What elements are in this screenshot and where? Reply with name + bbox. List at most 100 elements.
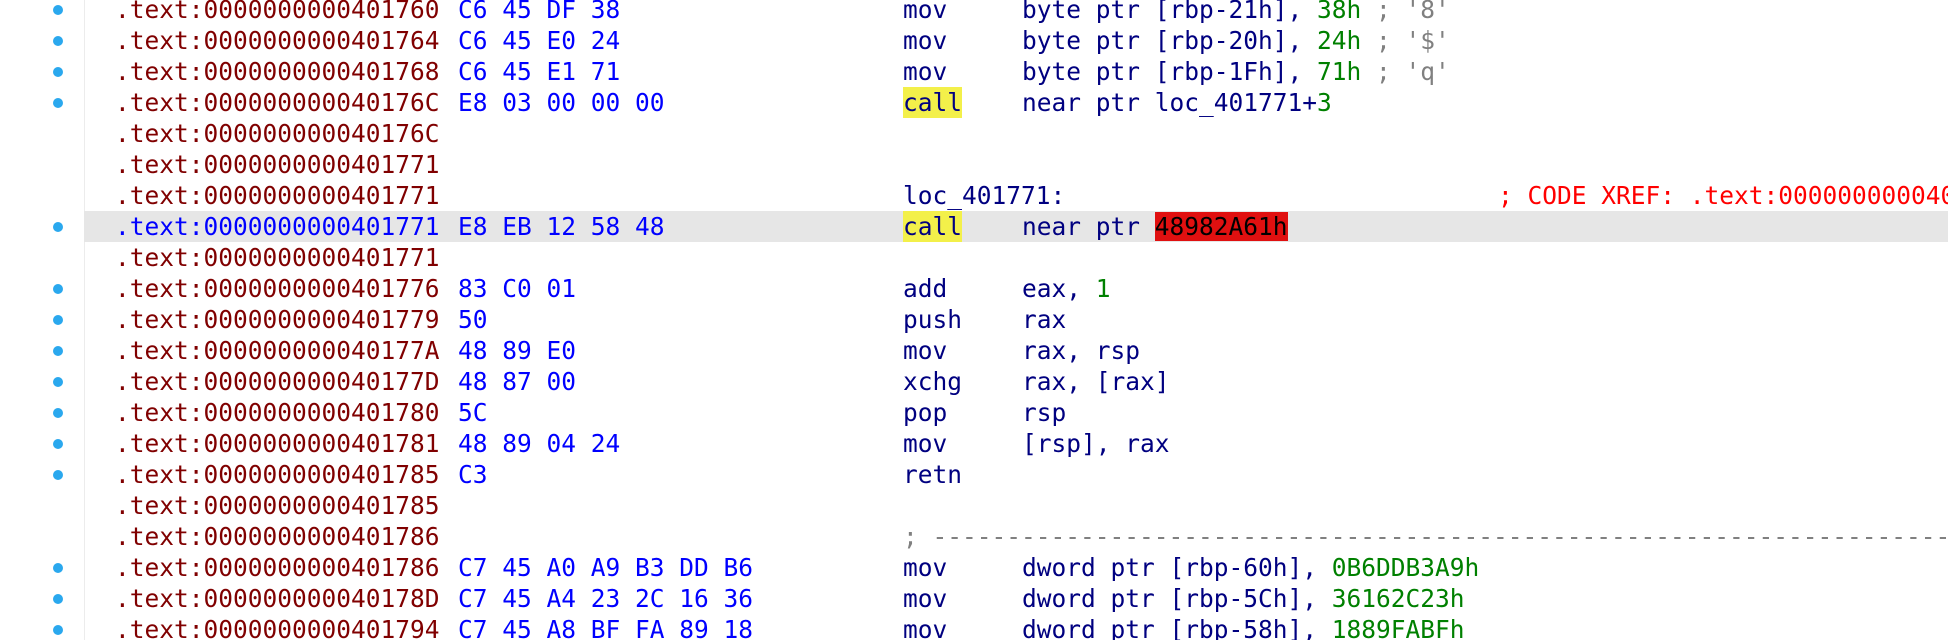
instruction-operands[interactable]: dword ptr [rbp-60h], 0B6DDB3A9h	[1022, 552, 1479, 583]
line-address: .text:0000000000401768	[115, 57, 440, 86]
instruction-mnemonic[interactable]: pop	[903, 397, 947, 428]
disasm-line[interactable]: .text:0000000000401768 C6 45 E1 71 mov b…	[0, 56, 1948, 87]
line-address: .text:000000000040178D	[115, 584, 440, 613]
line-address: .text:0000000000401780	[115, 398, 440, 427]
operand-immediate: 36162C23h	[1331, 584, 1465, 613]
breakpoint-dot-icon[interactable]	[53, 346, 63, 356]
instruction-operands[interactable]: rax, [rax]	[1022, 366, 1170, 397]
disasm-line[interactable]: .text:000000000040177A 48 89 E0 mov rax,…	[0, 335, 1948, 366]
breakpoint-dot-icon[interactable]	[53, 5, 63, 15]
breakpoint-dot-icon[interactable]	[53, 439, 63, 449]
instruction-operands[interactable]: byte ptr [rbp-1Fh], 71h ; 'q'	[1022, 56, 1450, 87]
instruction-operands[interactable]: near ptr 48982A61h	[1022, 211, 1288, 242]
instruction-mnemonic[interactable]: add	[903, 273, 947, 304]
line-address: .text:0000000000401794	[115, 615, 440, 640]
instruction-mnemonic[interactable]: mov	[903, 614, 947, 640]
line-address: .text:000000000040176C	[115, 88, 440, 117]
instruction-mnemonic[interactable]: retn	[903, 459, 962, 490]
auto-comment: ; '$'	[1361, 26, 1450, 55]
code-xref-comment[interactable]: ; CODE XREF: .text:000000000040	[1498, 180, 1948, 211]
instruction-mnemonic[interactable]: mov	[903, 0, 947, 25]
breakpoint-dot-icon[interactable]	[53, 98, 63, 108]
instruction-mnemonic[interactable]: mov	[903, 583, 947, 614]
breakpoint-dot-icon[interactable]	[53, 594, 63, 604]
disasm-line[interactable]: .text:000000000040176C E8 03 00 00 00 ca…	[0, 87, 1948, 118]
line-address: .text:0000000000401779	[115, 305, 440, 334]
instruction-mnemonic[interactable]: xchg	[903, 366, 962, 397]
instruction-operands[interactable]: rax, rsp	[1022, 335, 1140, 366]
operand-immediate: 71h	[1317, 57, 1362, 86]
operand-immediate: 0B6DDB3A9h	[1331, 553, 1480, 582]
instruction-mnemonic[interactable]: mov	[903, 552, 947, 583]
instruction-mnemonic[interactable]: mov	[903, 428, 947, 459]
separator-comment: ; --------------------------------------…	[903, 522, 1948, 551]
breakpoint-dot-icon[interactable]	[53, 408, 63, 418]
line-address: .text:0000000000401785	[115, 460, 440, 489]
opcode-bytes: E8 EB 12 58 48	[458, 212, 665, 241]
disasm-line[interactable]: .text:0000000000401764 C6 45 E0 24 mov b…	[0, 25, 1948, 56]
disasm-line[interactable]: .text:000000000040176C	[0, 118, 1948, 149]
disasm-line[interactable]: .text:0000000000401771	[0, 149, 1948, 180]
breakpoint-dot-icon[interactable]	[53, 563, 63, 573]
disasm-line[interactable]: .text:0000000000401779 50 push rax	[0, 304, 1948, 335]
instruction-operands[interactable]: rsp	[1022, 397, 1066, 428]
line-address: .text:000000000040176C	[115, 119, 440, 148]
breakpoint-dot-icon[interactable]	[53, 67, 63, 77]
opcode-bytes: C3	[458, 460, 488, 489]
opcode-bytes: 50	[458, 305, 488, 334]
disasm-line[interactable]: .text:0000000000401786 C7 45 A0 A9 B3 DD…	[0, 552, 1948, 583]
disasm-line[interactable]: .text:000000000040177D 48 87 00 xchg rax…	[0, 366, 1948, 397]
line-address: .text:0000000000401771	[115, 150, 440, 179]
line-address: .text:0000000000401771	[115, 243, 440, 272]
instruction-mnemonic-highlighted[interactable]: call	[903, 87, 963, 118]
breakpoint-dot-icon[interactable]	[53, 377, 63, 387]
operand-text: byte ptr [rbp-20h],	[1022, 26, 1318, 55]
opcode-bytes: 5C	[458, 398, 488, 427]
line-address: .text:0000000000401786	[115, 522, 440, 551]
breakpoint-dot-icon[interactable]	[53, 36, 63, 46]
instruction-mnemonic[interactable]: mov	[903, 335, 947, 366]
instruction-operands[interactable]: eax, 1	[1022, 273, 1111, 304]
instruction-operands[interactable]: rax	[1022, 304, 1066, 335]
line-address: .text:0000000000401760	[115, 0, 440, 24]
disasm-line-selected[interactable]: .text:0000000000401771 E8 EB 12 58 48 ca…	[0, 211, 1948, 242]
instruction-operands[interactable]: dword ptr [rbp-5Ch], 36162C23h	[1022, 583, 1465, 614]
opcode-bytes: 83 C0 01	[458, 274, 577, 303]
invalid-target-operand[interactable]: 48982A61h	[1154, 212, 1288, 241]
line-address: .text:000000000040177D	[115, 367, 440, 396]
disasm-line[interactable]: .text:000000000040178D C7 45 A4 23 2C 16…	[0, 583, 1948, 614]
instruction-operands[interactable]: near ptr loc_401771+3	[1022, 87, 1332, 118]
disasm-line[interactable]: .text:0000000000401781 48 89 04 24 mov […	[0, 428, 1948, 459]
instruction-operands[interactable]: byte ptr [rbp-21h], 38h ; '8'	[1022, 0, 1450, 25]
instruction-mnemonic[interactable]: mov	[903, 25, 947, 56]
breakpoint-dot-icon[interactable]	[53, 315, 63, 325]
opcode-bytes: C6 45 E0 24	[458, 26, 621, 55]
disasm-line[interactable]: .text:0000000000401780 5C pop rsp	[0, 397, 1948, 428]
disasm-line[interactable]: .text:0000000000401786 ; ---------------…	[0, 521, 1948, 552]
disassembly-view[interactable]: .text:0000000000401760 C6 45 DF 38 mov b…	[0, 0, 1948, 640]
breakpoint-dot-icon[interactable]	[53, 222, 63, 232]
instruction-mnemonic[interactable]: mov	[903, 56, 947, 87]
disasm-line[interactable]: .text:0000000000401771	[0, 242, 1948, 273]
disasm-line[interactable]: .text:0000000000401776 83 C0 01 add eax,…	[0, 273, 1948, 304]
code-label[interactable]: loc_401771:	[903, 180, 1065, 211]
disasm-line[interactable]: .text:0000000000401771 loc_401771: ; COD…	[0, 180, 1948, 211]
line-address: .text:0000000000401786	[115, 553, 440, 582]
disasm-line[interactable]: .text:0000000000401760 C6 45 DF 38 mov b…	[0, 0, 1948, 25]
line-address: .text:0000000000401781	[115, 429, 440, 458]
instruction-operands[interactable]: dword ptr [rbp-58h], 1889FABFh	[1022, 614, 1465, 640]
instruction-operands[interactable]: byte ptr [rbp-20h], 24h ; '$'	[1022, 25, 1450, 56]
disasm-line[interactable]: .text:0000000000401785	[0, 490, 1948, 521]
line-address: .text:000000000040177A	[115, 336, 440, 365]
disasm-line[interactable]: .text:0000000000401794 C7 45 A8 BF FA 89…	[0, 614, 1948, 640]
breakpoint-dot-icon[interactable]	[53, 284, 63, 294]
breakpoint-dot-icon[interactable]	[53, 625, 63, 635]
operand-text: eax,	[1022, 274, 1096, 303]
instruction-operands[interactable]: [rsp], rax	[1022, 428, 1170, 459]
opcode-bytes: 48 87 00	[458, 367, 577, 396]
disasm-line[interactable]: .text:0000000000401785 C3 retn	[0, 459, 1948, 490]
instruction-mnemonic[interactable]: push	[903, 304, 962, 335]
opcode-bytes: C6 45 E1 71	[458, 57, 621, 86]
instruction-mnemonic-highlighted[interactable]: call	[903, 211, 963, 242]
breakpoint-dot-icon[interactable]	[53, 470, 63, 480]
